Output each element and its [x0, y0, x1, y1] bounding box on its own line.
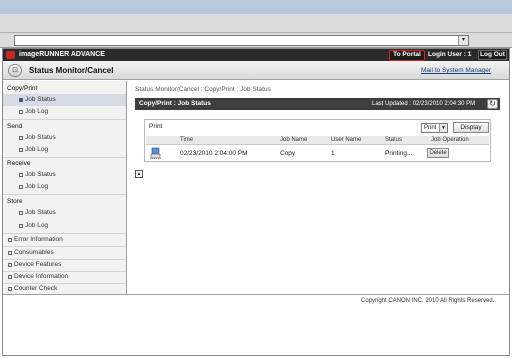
cell-user-name: 1 — [331, 150, 335, 157]
print-job-box: Print Print ▼ Display Time Job Name User… — [144, 119, 491, 162]
bullet-icon — [19, 98, 23, 102]
footer: Copyright CANON INC. 2010 All Rights Res… — [3, 294, 509, 355]
column-header-status: Status — [385, 137, 403, 143]
copyright-text: Copyright CANON INC. 2010 All Rights Res… — [361, 298, 495, 304]
sidebar-item-label: Job Log — [25, 146, 49, 153]
refresh-button[interactable]: ↻ — [487, 99, 498, 109]
logout-button[interactable]: Log Out — [478, 50, 507, 60]
cell-status: Printing... — [385, 150, 413, 157]
sidebar-item-label: Job Log — [25, 183, 49, 190]
sidebar-item-error-information[interactable]: Error Information — [3, 234, 126, 246]
to-portal-button[interactable]: To Portal — [389, 50, 425, 61]
page-title-bar: ⊡ Status Monitor/Cancel Mail to System M… — [3, 61, 509, 80]
bullet-icon — [19, 110, 23, 114]
sidebar-item-label: Job Status — [25, 171, 56, 178]
sidebar-divider — [3, 119, 126, 120]
bullet-icon — [8, 251, 12, 255]
sidebar-item-copy-print-job-status[interactable]: Job Status — [3, 94, 126, 106]
sidebar-item-device-information[interactable]: Device Information — [3, 271, 126, 283]
refresh-icon: ↻ — [489, 99, 496, 108]
sidebar-item-receive-job-log[interactable]: Job Log — [3, 181, 126, 193]
chevron-down-icon: ▼ — [439, 124, 447, 132]
print-section-label: Print — [149, 123, 163, 130]
sidebar-item-send-job-status[interactable]: Job Status — [3, 132, 126, 144]
page-title: Status Monitor/Cancel — [29, 66, 114, 75]
collapse-toggle-icon[interactable]: ▲ — [135, 170, 143, 178]
bullet-icon — [8, 263, 12, 267]
sidebar-item-store-job-log[interactable]: Job Log — [3, 220, 126, 232]
sidebar-item-label: Error Information — [14, 236, 63, 243]
sidebar: Copy/Print Job Status Job Log Send Job S… — [3, 81, 127, 294]
bullet-icon — [8, 287, 12, 291]
sidebar-divider — [3, 194, 126, 195]
sidebar-group-copy-print: Copy/Print — [7, 85, 38, 92]
sidebar-item-label: Counter Check — [14, 285, 58, 292]
bullet-icon — [19, 148, 23, 152]
mail-to-system-manager-link[interactable]: Mail to System Manager — [421, 67, 491, 74]
bullet-icon — [8, 238, 12, 242]
status-monitor-icon: ⊡ — [8, 64, 22, 77]
address-input[interactable] — [14, 35, 469, 46]
sidebar-item-label: Job Status — [25, 209, 56, 216]
sidebar-item-device-features[interactable]: Device Features — [3, 259, 126, 271]
sidebar-group-send: Send — [7, 123, 23, 130]
bullet-icon — [19, 173, 23, 177]
last-updated-label: Last Updated : 02/23/2010 2:04:30 PM — [372, 100, 476, 107]
bullet-icon — [19, 136, 23, 140]
sidebar-item-consumables[interactable]: Consumables — [3, 247, 126, 259]
brand-bar: imageRUNNER ADVANCE To Portal Login User… — [3, 49, 509, 61]
bullet-icon — [19, 185, 23, 189]
login-user-label: Login User : 1 — [428, 51, 472, 58]
job-type-select[interactable]: Print ▼ — [421, 123, 448, 133]
breadcrumb: Status Monitor/Cancel : Copy/Print : Job… — [135, 86, 271, 93]
sidebar-item-label: Job Log — [25, 222, 49, 229]
column-header-job-name: Job Name — [280, 137, 308, 143]
sidebar-item-label: Device Features — [14, 261, 62, 268]
brand-name: imageRUNNER ADVANCE — [19, 51, 105, 58]
cell-time: 02/23/2010 2:04:00 PM — [180, 150, 248, 157]
job-type-select-value: Print — [424, 125, 437, 131]
bullet-icon — [8, 275, 12, 279]
panel-title: Copy/Print : Job Status — [139, 100, 211, 107]
sidebar-item-label: Job Status — [25, 96, 56, 103]
copy-job-icon — [150, 147, 161, 159]
delete-job-button[interactable]: Delete — [427, 148, 449, 158]
main-content: Status Monitor/Cancel : Copy/Print : Job… — [128, 81, 509, 294]
table-row: 02/23/2010 2:04:00 PM Copy 1 Printing...… — [146, 146, 489, 161]
browser-title-bar — [0, 0, 512, 14]
sidebar-item-copy-print-job-log[interactable]: Job Log — [3, 106, 126, 118]
browser-toolbar — [0, 14, 512, 33]
table-header: Time Job Name User Name Status Job Opera… — [146, 136, 489, 145]
sidebar-divider — [3, 157, 126, 158]
bullet-icon — [19, 224, 23, 228]
sidebar-item-receive-job-status[interactable]: Job Status — [3, 169, 126, 181]
display-button[interactable]: Display — [453, 122, 489, 133]
column-header-user-name: User Name — [331, 137, 362, 143]
sidebar-item-store-job-status[interactable]: Job Status — [3, 207, 126, 219]
column-header-time: Time — [180, 137, 194, 143]
bullet-icon — [19, 211, 23, 215]
sidebar-group-receive: Receive — [7, 160, 31, 167]
column-header-job-operation: Job Operation — [431, 137, 469, 143]
sidebar-item-label: Device Information — [14, 273, 69, 280]
sidebar-item-label: Consumables — [14, 249, 54, 256]
address-dropdown-button[interactable]: ▾ — [458, 36, 468, 45]
sidebar-item-label: Job Log — [25, 108, 49, 115]
sidebar-group-store: Store — [7, 198, 23, 205]
sidebar-item-send-job-log[interactable]: Job Log — [3, 144, 126, 156]
canon-logo-icon — [6, 51, 15, 59]
cell-job-name: Copy — [280, 150, 296, 157]
job-status-panel-header: Copy/Print : Job Status Last Updated : 0… — [135, 98, 500, 110]
sidebar-item-label: Job Status — [25, 134, 56, 141]
